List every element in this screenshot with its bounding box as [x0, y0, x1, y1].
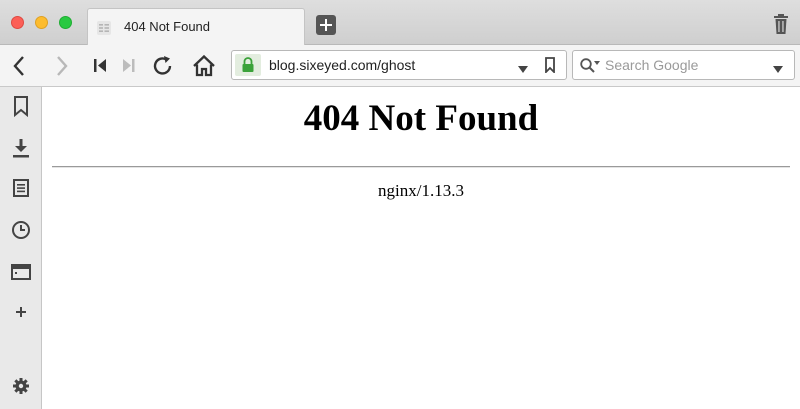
- lock-icon[interactable]: [235, 54, 261, 76]
- plus-icon: [320, 19, 332, 31]
- chevron-down-icon[interactable]: [518, 61, 528, 79]
- page-icon: [96, 20, 112, 36]
- address-bar[interactable]: blog.sixeyed.com/ghost: [231, 50, 567, 80]
- search-bar[interactable]: Search Google: [572, 50, 795, 80]
- settings-icon[interactable]: [10, 375, 32, 397]
- history-icon[interactable]: [10, 219, 32, 241]
- trash-icon[interactable]: [771, 13, 791, 35]
- url-text[interactable]: blog.sixeyed.com/ghost: [269, 57, 415, 73]
- forward-icon[interactable]: [48, 53, 74, 79]
- navigation-toolbar: blog.sixeyed.com/ghost Search Google: [0, 45, 800, 87]
- home-icon[interactable]: [191, 53, 217, 79]
- chevron-down-icon[interactable]: [773, 61, 783, 79]
- back-icon[interactable]: [7, 53, 33, 79]
- zoom-window-button[interactable]: [59, 16, 72, 29]
- window-icon[interactable]: [10, 261, 32, 283]
- minimize-window-button[interactable]: [35, 16, 48, 29]
- rewind-icon[interactable]: [88, 53, 114, 79]
- add-panel-icon[interactable]: [10, 301, 32, 323]
- search-input[interactable]: Search Google: [605, 57, 698, 73]
- close-window-button[interactable]: [11, 16, 24, 29]
- tab-title: 404 Not Found: [124, 19, 211, 34]
- notes-icon[interactable]: [10, 177, 32, 199]
- bookmark-icon[interactable]: [544, 57, 556, 78]
- reload-icon[interactable]: [150, 53, 176, 79]
- downloads-icon[interactable]: [10, 137, 32, 159]
- page-title: 404 Not Found: [303, 98, 539, 139]
- browser-window: 404 Not Found blog.sixeyed.com/ghost Sea…: [0, 0, 800, 409]
- bookmarks-icon[interactable]: [10, 95, 32, 118]
- server-version: nginx/1.13.3: [378, 181, 464, 200]
- fast-forward-icon[interactable]: [115, 53, 141, 79]
- sidebar: [0, 87, 42, 409]
- new-tab-button[interactable]: [316, 15, 336, 35]
- search-icon[interactable]: [579, 57, 601, 80]
- divider: [52, 166, 790, 168]
- tab-active[interactable]: 404 Not Found: [87, 8, 305, 46]
- page-content: 404 Not Found nginx/1.13.3: [42, 87, 800, 409]
- tab-bar: 404 Not Found: [0, 0, 800, 46]
